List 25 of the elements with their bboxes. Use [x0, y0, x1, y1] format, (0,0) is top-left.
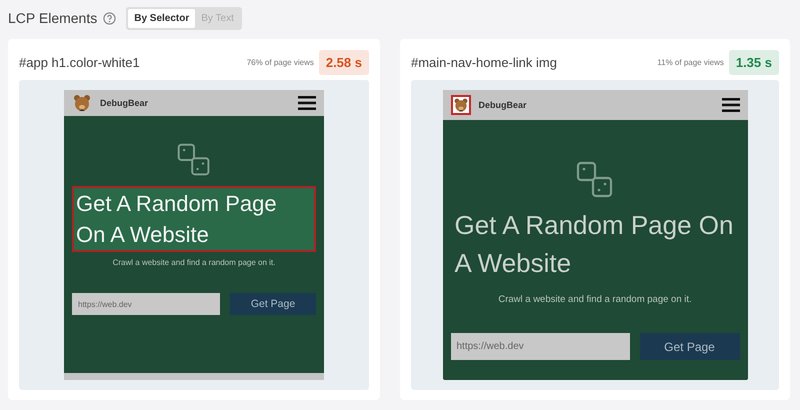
- page-heading: Get A Random Page On A Website: [454, 209, 734, 280]
- page-view-share: 11% of page views: [657, 58, 724, 66]
- help-icon[interactable]: [103, 12, 116, 24]
- get-page-button[interactable]: Get Page: [230, 293, 316, 315]
- url-input-field[interactable]: https://web.dev: [72, 293, 220, 315]
- get-page-button[interactable]: Get Page: [640, 333, 740, 360]
- section-title: LCP Elements: [8, 10, 98, 26]
- menu-icon[interactable]: [722, 98, 740, 112]
- page-view-share: 76% of page views: [246, 58, 314, 66]
- bear-logo-icon[interactable]: [72, 93, 92, 113]
- page-subtitle: Crawl a website and find a random page on it.: [112, 258, 276, 267]
- bear-logo-icon[interactable]: [450, 95, 470, 115]
- lcp-time-badge: 2.58 s: [318, 50, 369, 74]
- page-subtitle: Crawl a website and find a random page on it.: [498, 294, 692, 305]
- dice-icon: [575, 160, 615, 200]
- site-brand: DebugBear: [100, 98, 150, 108]
- lcp-time-badge: 1.35 s: [728, 50, 779, 74]
- element-selector: #app h1.color-white1: [19, 54, 141, 70]
- element-selector: #main-nav-home-link img: [411, 54, 558, 70]
- dice-icon: [176, 142, 212, 178]
- toggle-option[interactable]: By Selector: [128, 8, 196, 28]
- menu-icon[interactable]: [298, 96, 316, 110]
- url-input-field[interactable]: https://web.dev: [450, 333, 630, 360]
- site-brand: DebugBear: [478, 100, 528, 110]
- page-heading: Get A Random Page On A Website: [72, 186, 316, 252]
